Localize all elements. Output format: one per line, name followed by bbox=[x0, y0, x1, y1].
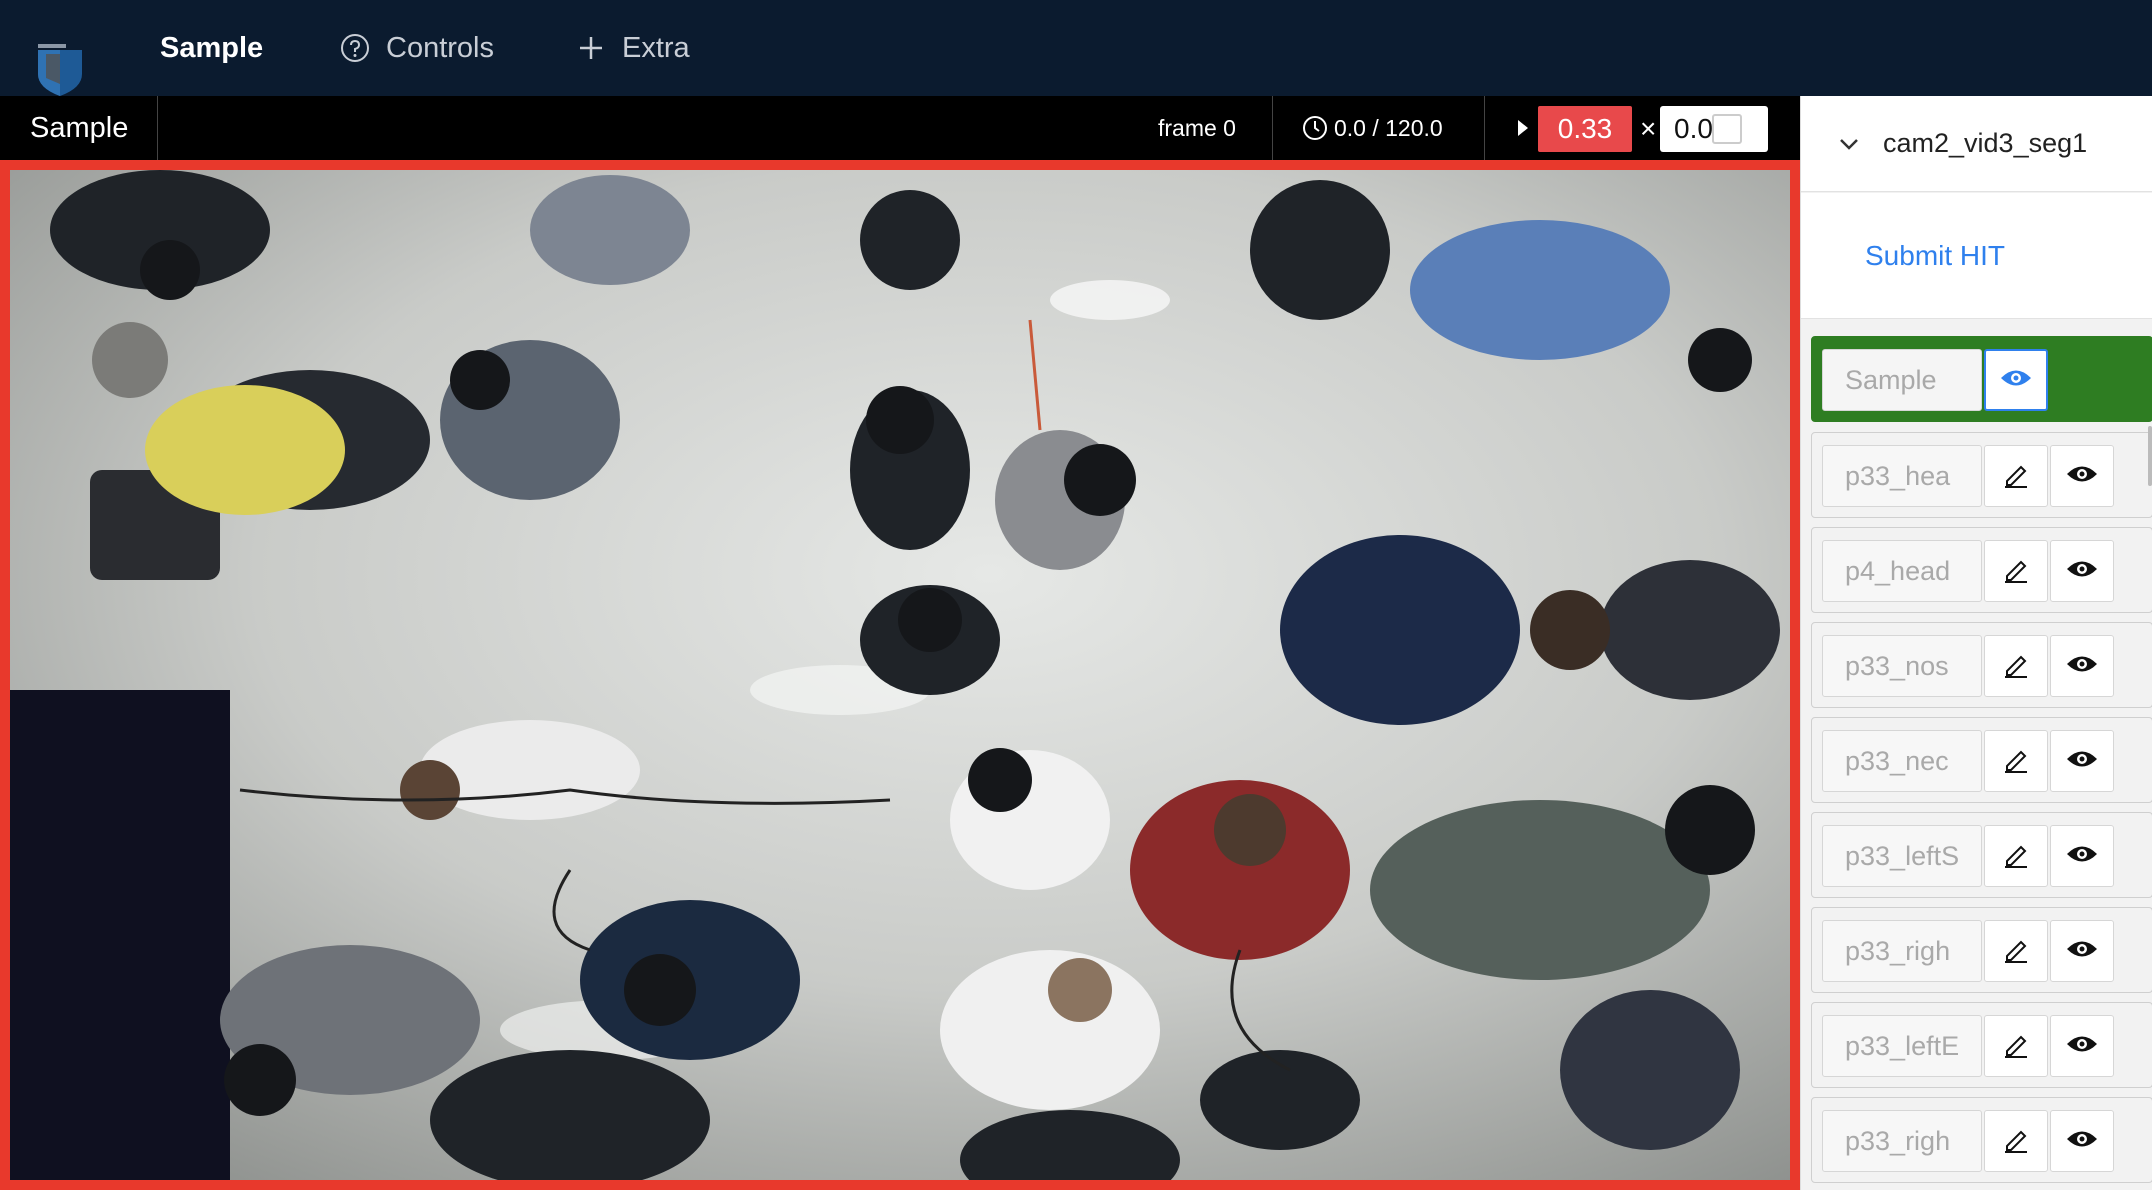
layer-row[interactable]: p33_nos bbox=[1811, 622, 2152, 708]
top-nav: Sample Controls Extra bbox=[0, 0, 2152, 96]
edit-button[interactable] bbox=[1984, 1015, 2048, 1077]
pencil-icon bbox=[2001, 934, 2031, 969]
sample-tab-label: Sample bbox=[30, 111, 129, 144]
layer-row[interactable]: p33_leftS bbox=[1811, 812, 2152, 898]
edit-button[interactable] bbox=[1984, 920, 2048, 982]
edit-button[interactable] bbox=[1984, 730, 2048, 792]
pencil-icon bbox=[2001, 744, 2031, 779]
layer-row[interactable]: p33_nec bbox=[1811, 717, 2152, 803]
video-toolbar: Sample frame 0 0.0 / 120.0 0.33 × 0.0 bbox=[0, 96, 1800, 160]
pencil-icon bbox=[2001, 649, 2031, 684]
eye-icon bbox=[2065, 938, 2099, 965]
eye-icon bbox=[2065, 463, 2099, 490]
visibility-toggle-button[interactable] bbox=[2050, 540, 2114, 602]
time-value: 0.0 / 120.0 bbox=[1334, 114, 1443, 141]
playback-speed[interactable]: 0.33 bbox=[1538, 106, 1632, 152]
edit-button[interactable] bbox=[1984, 540, 2048, 602]
layer-name-input[interactable]: Sample bbox=[1822, 349, 1982, 411]
layer-name-input[interactable]: p33_hea bbox=[1822, 445, 1982, 507]
chevron-down-icon[interactable] bbox=[1835, 130, 1863, 158]
scrollbar-thumb[interactable] bbox=[2148, 426, 2152, 486]
edit-button[interactable] bbox=[1984, 825, 2048, 887]
eye-icon bbox=[2065, 843, 2099, 870]
question-circle-icon bbox=[338, 31, 372, 65]
edit-button[interactable] bbox=[1984, 635, 2048, 697]
pencil-icon bbox=[2001, 1029, 2031, 1064]
pencil-icon bbox=[2001, 554, 2031, 589]
visibility-toggle-button[interactable] bbox=[2050, 1015, 2114, 1077]
zoom-checkbox[interactable] bbox=[1712, 114, 1742, 144]
zoom-value: 0.0 bbox=[1674, 113, 1713, 144]
layer-row[interactable]: p33_leftE bbox=[1811, 1002, 2152, 1088]
sample-tab[interactable]: Sample bbox=[0, 96, 158, 160]
time-display: 0.0 / 120.0 bbox=[1302, 96, 1443, 160]
frame-counter: frame 0 bbox=[1158, 114, 1236, 141]
clock-icon bbox=[1302, 115, 1328, 141]
visibility-toggle-button[interactable] bbox=[2050, 920, 2114, 982]
layer-name-input[interactable]: p33_nos bbox=[1822, 635, 1982, 697]
visibility-toggle-button[interactable] bbox=[2050, 635, 2114, 697]
edit-button[interactable] bbox=[1984, 1110, 2048, 1172]
app-logo-icon[interactable] bbox=[36, 44, 84, 96]
layers-panel: cam2_vid3_seg1 Submit HIT Sample p33_hea… bbox=[1800, 96, 2152, 1190]
eye-icon bbox=[2065, 558, 2099, 585]
visibility-toggle-button[interactable] bbox=[2050, 825, 2114, 887]
pencil-icon bbox=[2001, 839, 2031, 874]
layer-name-input[interactable]: p33_leftS bbox=[1822, 825, 1982, 887]
video-selector[interactable]: cam2_vid3_seg1 bbox=[1801, 96, 2152, 192]
nav-controls[interactable]: Controls bbox=[338, 0, 494, 96]
visibility-toggle-button[interactable] bbox=[2050, 730, 2114, 792]
eye-icon bbox=[2065, 653, 2099, 680]
plus-icon bbox=[574, 31, 608, 65]
toolbar-divider bbox=[1272, 96, 1273, 160]
eye-icon bbox=[2065, 1033, 2099, 1060]
nav-controls-label: Controls bbox=[386, 31, 494, 64]
edit-button[interactable] bbox=[1984, 445, 2048, 507]
layer-row[interactable]: p33_hea bbox=[1811, 432, 2152, 518]
toolbar-divider bbox=[1484, 96, 1485, 160]
nav-sample-label: Sample bbox=[160, 31, 264, 64]
submit-area: Submit HIT bbox=[1801, 193, 2152, 319]
visibility-toggle-button[interactable] bbox=[2050, 445, 2114, 507]
eye-icon bbox=[2065, 1128, 2099, 1155]
nav-extra[interactable]: Extra bbox=[574, 0, 690, 96]
layer-row[interactable]: p33_righ bbox=[1811, 907, 2152, 993]
video-player[interactable] bbox=[0, 160, 1800, 1190]
eye-icon bbox=[1999, 367, 2033, 394]
layer-row-selected[interactable]: Sample bbox=[1811, 336, 2152, 422]
video-name: cam2_vid3_seg1 bbox=[1883, 128, 2088, 158]
eye-icon bbox=[2065, 748, 2099, 775]
nav-extra-label: Extra bbox=[622, 31, 690, 64]
layer-name-input[interactable]: p33_nec bbox=[1822, 730, 1982, 792]
layer-name-input[interactable]: p4_head bbox=[1822, 540, 1982, 602]
nav-sample[interactable]: Sample bbox=[160, 0, 263, 96]
play-icon[interactable] bbox=[1518, 120, 1528, 136]
pencil-icon bbox=[2001, 459, 2031, 494]
layer-row[interactable]: p33_righ bbox=[1811, 1097, 2152, 1183]
visibility-toggle-button[interactable] bbox=[1984, 349, 2048, 411]
multiply-sign: × bbox=[1640, 113, 1657, 144]
layer-name-input[interactable]: p33_leftE bbox=[1822, 1015, 1982, 1077]
submit-hit-button[interactable]: Submit HIT bbox=[1865, 240, 2005, 272]
layer-name-input[interactable]: p33_righ bbox=[1822, 920, 1982, 982]
visibility-toggle-button[interactable] bbox=[2050, 1110, 2114, 1172]
layer-row[interactable]: p4_head bbox=[1811, 527, 2152, 613]
video-frame-image bbox=[10, 170, 1790, 1180]
layer-name-input[interactable]: p33_righ bbox=[1822, 1110, 1982, 1172]
pencil-icon bbox=[2001, 1124, 2031, 1159]
